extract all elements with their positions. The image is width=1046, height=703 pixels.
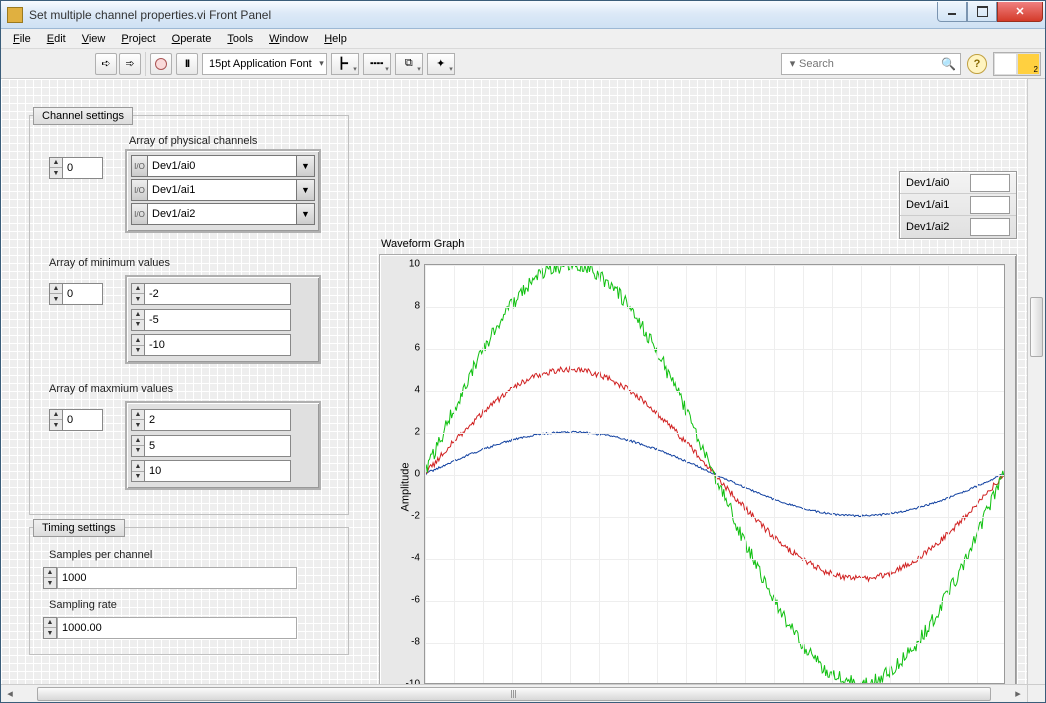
menu-file[interactable]: File — [7, 31, 37, 47]
search-input[interactable] — [799, 58, 941, 70]
min-values-label: Array of minimum values — [49, 257, 170, 269]
max-value-1[interactable]: ▲▼ — [131, 435, 291, 457]
horizontal-scrollbar[interactable]: ◂▸ — [1, 684, 1027, 702]
graph-plot[interactable] — [424, 264, 1005, 684]
menubar: File Edit View Project Operate Tools Win… — [1, 29, 1045, 49]
y-tick: -8 — [411, 637, 420, 648]
menu-view[interactable]: View — [76, 31, 112, 47]
menu-operate[interactable]: Operate — [166, 31, 218, 47]
min-values-index[interactable]: ▲▼ — [49, 283, 103, 305]
down-arrow-icon[interactable]: ▼ — [50, 168, 62, 178]
phys-channel-1[interactable]: I/ODev1/ai1▼ — [131, 179, 315, 201]
y-tick: 2 — [414, 427, 420, 438]
toolbar: ➪ ➾ II 15pt Application Font ┣╸ ╍╍ ⧉ ✦ ▾… — [1, 49, 1045, 79]
distribute-combo[interactable]: ╍╍ — [363, 53, 391, 75]
search-icon[interactable]: 🔍 — [941, 57, 956, 71]
run-continuous-button[interactable]: ➾ — [119, 53, 141, 75]
y-tick: 0 — [414, 469, 420, 480]
search-box[interactable]: ▾ 🔍 — [781, 53, 961, 75]
channel-settings-label: Channel settings — [33, 107, 133, 125]
run-button[interactable]: ➪ — [95, 53, 117, 75]
phys-channels-index-input[interactable] — [63, 157, 103, 179]
y-tick: -4 — [411, 553, 420, 564]
waveform-graph[interactable]: Waveform Graph Amplitude Time -10-8-6-4-… — [379, 254, 1017, 702]
min-value-2[interactable]: ▲▼ — [131, 334, 291, 356]
vi-icon[interactable]: 2 — [993, 52, 1041, 76]
search-scope-dropdown[interactable]: ▾ — [786, 57, 799, 70]
phys-channels-array: I/ODev1/ai0▼ I/ODev1/ai1▼ I/ODev1/ai2▼ — [125, 149, 321, 233]
samples-per-channel[interactable]: ▲▼ — [43, 567, 297, 589]
graph-title: Waveform Graph — [381, 238, 464, 250]
phys-channels-label: Array of physical channels — [129, 135, 257, 147]
legend-item-2[interactable]: Dev1/ai2 — [900, 216, 1016, 238]
menu-project[interactable]: Project — [115, 31, 161, 47]
y-tick: 10 — [409, 259, 420, 270]
phys-channel-2[interactable]: I/ODev1/ai2▼ — [131, 203, 315, 225]
phys-channel-0[interactable]: I/ODev1/ai0▼ — [131, 155, 315, 177]
vertical-scrollbar[interactable] — [1027, 79, 1045, 684]
graph-legend[interactable]: Dev1/ai0 Dev1/ai1 Dev1/ai2 — [899, 171, 1017, 239]
sampling-rate-label: Sampling rate — [49, 599, 117, 611]
menu-help[interactable]: Help — [318, 31, 353, 47]
min-value-1[interactable]: ▲▼ — [131, 309, 291, 331]
menu-tools[interactable]: Tools — [221, 31, 259, 47]
front-panel: Channel settings Array of physical chann… — [1, 79, 1045, 702]
legend-item-1[interactable]: Dev1/ai1 — [900, 194, 1016, 216]
abort-button[interactable] — [150, 53, 172, 75]
y-tick: 4 — [414, 385, 420, 396]
titlebar[interactable]: Set multiple channel properties.vi Front… — [1, 1, 1045, 29]
font-selector[interactable]: 15pt Application Font — [202, 53, 327, 75]
context-help-button[interactable]: ? — [967, 54, 987, 74]
min-value-0[interactable]: ▲▼ — [131, 283, 291, 305]
resize-combo[interactable]: ⧉ — [395, 53, 423, 75]
app-icon — [7, 7, 23, 23]
reorder-combo[interactable]: ✦ — [427, 53, 455, 75]
menu-window[interactable]: Window — [263, 31, 314, 47]
menu-edit[interactable]: Edit — [41, 31, 72, 47]
graph-ylabel: Amplitude — [399, 462, 411, 511]
window: Set multiple channel properties.vi Front… — [0, 0, 1046, 703]
maximize-button[interactable] — [967, 2, 997, 22]
align-combo[interactable]: ┣╸ — [331, 53, 359, 75]
max-value-2[interactable]: ▲▼ — [131, 460, 291, 482]
max-value-0[interactable]: ▲▼ — [131, 409, 291, 431]
y-tick: 6 — [414, 343, 420, 354]
min-values-index-input[interactable] — [63, 283, 103, 305]
pause-button[interactable]: II — [176, 53, 198, 75]
window-title: Set multiple channel properties.vi Front… — [29, 8, 937, 22]
y-tick: 8 — [414, 301, 420, 312]
sampling-rate[interactable]: ▲▼ — [43, 617, 297, 639]
timing-settings-label: Timing settings — [33, 519, 125, 537]
minimize-button[interactable] — [937, 2, 967, 22]
close-button[interactable] — [997, 2, 1043, 22]
phys-channels-index[interactable]: ▲▼ — [49, 157, 103, 179]
max-values-index[interactable]: ▲▼ — [49, 409, 103, 431]
y-tick: -6 — [411, 595, 420, 606]
samples-per-channel-label: Samples per channel — [49, 549, 152, 561]
max-values-array: ▲▼ ▲▼ ▲▼ — [125, 401, 321, 490]
up-arrow-icon[interactable]: ▲ — [50, 284, 62, 295]
up-arrow-icon[interactable]: ▲ — [50, 158, 62, 169]
down-arrow-icon[interactable]: ▼ — [50, 294, 62, 304]
max-values-label: Array of maxmium values — [49, 383, 173, 395]
y-tick: -2 — [411, 511, 420, 522]
down-arrow-icon[interactable]: ▼ — [50, 420, 62, 430]
legend-item-0[interactable]: Dev1/ai0 — [900, 172, 1016, 194]
max-values-index-input[interactable] — [63, 409, 103, 431]
min-values-array: ▲▼ ▲▼ ▲▼ — [125, 275, 321, 364]
up-arrow-icon[interactable]: ▲ — [50, 410, 62, 421]
